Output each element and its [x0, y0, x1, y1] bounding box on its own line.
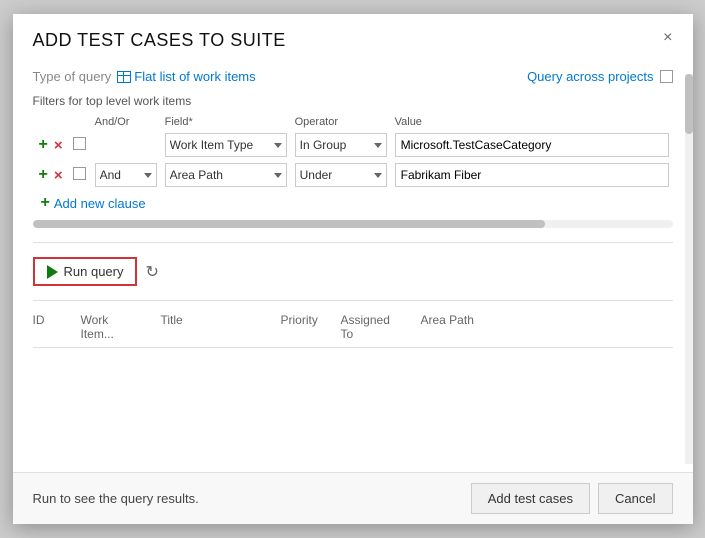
type-of-query-label: Type of query — [33, 69, 112, 84]
col-assigned-header: Assigned To — [333, 311, 413, 343]
col-header-andor: And/Or — [91, 114, 161, 130]
add-test-cases-button[interactable]: Add test cases — [471, 483, 590, 514]
flat-list-link[interactable]: Flat list of work items — [117, 69, 255, 84]
row2-andor-cell[interactable]: And Or — [91, 160, 161, 190]
row2-check-cell — [69, 160, 91, 190]
row2-actions: + × — [33, 160, 69, 190]
cancel-button[interactable]: Cancel — [598, 483, 672, 514]
h-scrollbar-thumb[interactable] — [33, 220, 545, 228]
row2-field-cell[interactable]: Area Path — [161, 160, 291, 190]
query-across-checkbox[interactable] — [660, 70, 673, 83]
col-title-header: Title — [153, 311, 273, 343]
redo-icon[interactable]: ↻ — [145, 262, 158, 282]
row2-add-button[interactable]: + — [37, 167, 50, 183]
row1-andor-cell — [91, 130, 161, 160]
row2-operator-select[interactable]: Under — [295, 163, 387, 187]
dialog-footer: Run to see the query results. Add test c… — [13, 472, 693, 524]
row2-value-input[interactable] — [395, 163, 669, 187]
row1-value-input[interactable] — [395, 133, 669, 157]
add-clause-icon: + — [41, 194, 50, 212]
query-type-left: Type of query Flat list of work items — [33, 69, 256, 84]
table-icon — [117, 71, 131, 83]
row2-andor-select[interactable]: And Or — [95, 163, 157, 187]
v-scrollbar-thumb[interactable] — [685, 74, 693, 134]
col-id-header: ID — [33, 311, 73, 343]
filter-table: And/Or Field* Operator Value — [33, 114, 673, 190]
row1-operator-cell[interactable]: In Group — [291, 130, 391, 160]
row1-add-button[interactable]: + — [37, 137, 50, 153]
add-clause-link[interactable]: Add new clause — [54, 196, 146, 211]
horizontal-scrollbar[interactable] — [33, 220, 673, 228]
divider-2 — [33, 300, 673, 301]
row1-field-cell[interactable]: Work Item Type — [161, 130, 291, 160]
query-across-link[interactable]: Query across projects — [527, 69, 653, 84]
vertical-scrollbar[interactable] — [685, 74, 693, 464]
flat-list-label: Flat list of work items — [134, 69, 255, 84]
row1-operator-select[interactable]: In Group — [295, 133, 387, 157]
dialog-body: Type of query Flat list of work items Qu… — [13, 59, 693, 472]
col-workitem-header: Work Item... — [73, 311, 153, 343]
add-test-cases-dialog: ADD TEST CASES TO SUITE × Type of query … — [13, 14, 693, 524]
row1-value-cell[interactable] — [391, 130, 673, 160]
row2-field-select[interactable]: Area Path — [165, 163, 287, 187]
row2-remove-button[interactable]: × — [52, 168, 65, 183]
row1-remove-button[interactable]: × — [52, 138, 65, 153]
footer-message: Run to see the query results. — [33, 491, 199, 506]
row2-action-btns: + × — [37, 167, 65, 183]
col-priority-header: Priority — [273, 311, 333, 343]
col-header-operator: Operator — [291, 114, 391, 130]
play-icon — [47, 265, 58, 279]
row1-check-cell — [69, 130, 91, 160]
row1-action-btns: + × — [37, 137, 65, 153]
col-header-field: Field* — [161, 114, 291, 130]
query-type-row: Type of query Flat list of work items Qu… — [33, 59, 673, 90]
row1-actions: + × — [33, 130, 69, 160]
query-across-row: Query across projects — [527, 69, 672, 84]
close-button[interactable]: × — [663, 30, 672, 46]
results-empty-area — [33, 348, 673, 472]
run-query-label: Run query — [64, 264, 124, 279]
row2-value-cell[interactable] — [391, 160, 673, 190]
run-query-section: Run query ↻ — [33, 249, 673, 294]
dialog-header: ADD TEST CASES TO SUITE × — [13, 14, 693, 59]
results-header: ID Work Item... Title Priority Assigned … — [33, 307, 673, 348]
row2-operator-cell[interactable]: Under — [291, 160, 391, 190]
row1-field-select[interactable]: Work Item Type — [165, 133, 287, 157]
filters-label: Filters for top level work items — [33, 90, 673, 114]
dialog-title: ADD TEST CASES TO SUITE — [33, 30, 286, 51]
add-clause-row[interactable]: + Add new clause — [33, 190, 673, 212]
filter-row-2: + × And Or Ar — [33, 160, 673, 190]
footer-buttons: Add test cases Cancel — [471, 483, 673, 514]
row1-checkbox[interactable] — [73, 137, 86, 150]
col-header-check — [69, 114, 91, 130]
col-area-header: Area Path — [413, 311, 673, 343]
divider-1 — [33, 242, 673, 243]
col-header-value: Value — [391, 114, 673, 130]
filter-row-1: + × Work Item Type — [33, 130, 673, 160]
row2-checkbox[interactable] — [73, 167, 86, 180]
run-query-button[interactable]: Run query — [33, 257, 138, 286]
col-header-actions — [33, 114, 69, 130]
